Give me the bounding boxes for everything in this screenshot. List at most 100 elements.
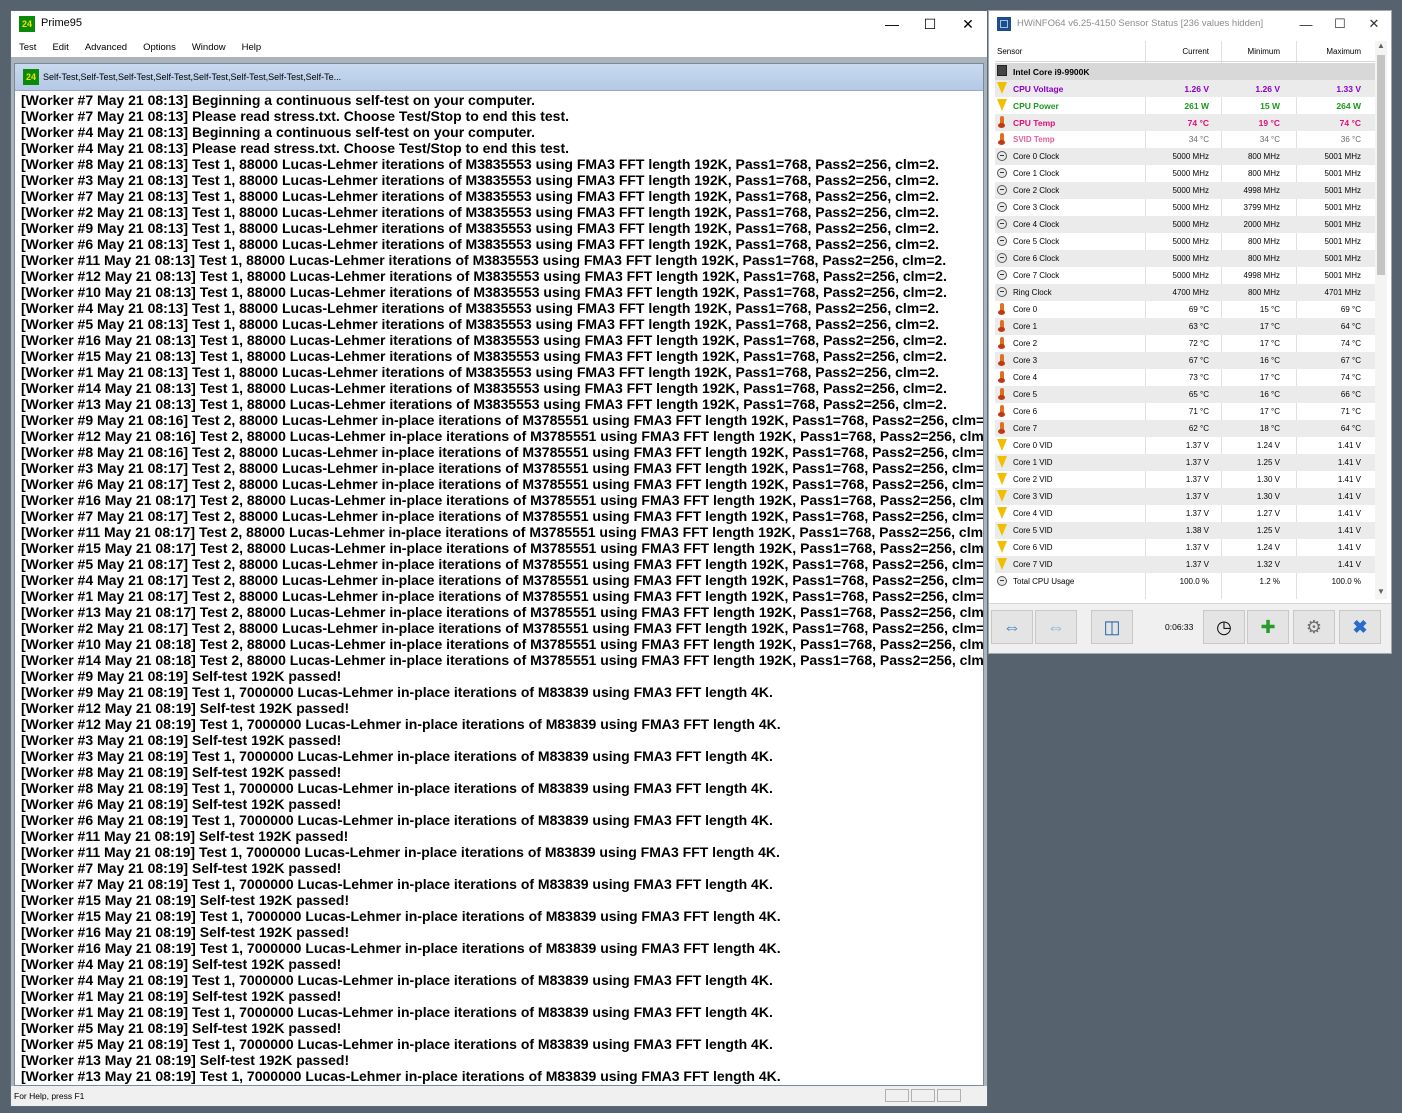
- sensor-row[interactable]: Core 2 72 °C 17 °C 74 °C: [995, 335, 1375, 352]
- maximum-value: 64 °C: [1340, 322, 1361, 331]
- maximize-button[interactable]: ☐: [911, 11, 949, 37]
- maximize-button[interactable]: ☐: [1323, 11, 1357, 37]
- log-line: [Worker #4 May 21 08:13] Please read str…: [21, 140, 570, 156]
- clock-reset-button[interactable]: ◷: [1203, 610, 1245, 644]
- hwinfo-titlebar[interactable]: HWiNFO64 v6.25-4150 Sensor Status [236 v…: [989, 11, 1391, 37]
- menu-advanced[interactable]: Advanced: [77, 42, 135, 53]
- current-value: 100.0 %: [1179, 577, 1209, 586]
- settings-gear-icon[interactable]: ⚙: [1293, 610, 1335, 644]
- sensor-row[interactable]: Core 2 Clock 5000 MHz 4998 MHz 5001 MHz: [995, 182, 1375, 199]
- sensor-row[interactable]: Core 4 Clock 5000 MHz 2000 MHz 5001 MHz: [995, 216, 1375, 233]
- minimum-value: 1.30 V: [1256, 492, 1280, 501]
- minimum-value: 1.25 V: [1256, 458, 1280, 467]
- sensor-row[interactable]: Core 2 VID 1.37 V 1.30 V 1.41 V: [995, 471, 1375, 488]
- sensor-row[interactable]: Core 4 VID 1.37 V 1.27 V 1.41 V: [995, 505, 1375, 522]
- sensor-row[interactable]: CPU Temp 74 °C 19 °C 74 °C: [995, 114, 1375, 131]
- log-line: [Worker #13 May 21 08:19] Test 1, 700000…: [21, 1068, 781, 1084]
- hwinfo-title: HWiNFO64 v6.25-4150 Sensor Status [236 v…: [1017, 18, 1264, 29]
- close-sensors-button[interactable]: ✖: [1339, 610, 1381, 644]
- thermometer-icon: [998, 320, 1005, 332]
- sensor-row[interactable]: CPU Power 261 W 15 W 264 W: [995, 97, 1375, 114]
- menu-options[interactable]: Options: [135, 42, 184, 53]
- network-button[interactable]: ◫: [1091, 610, 1133, 644]
- sensor-row[interactable]: Core 6 VID 1.37 V 1.24 V 1.41 V: [995, 539, 1375, 556]
- maximum-value: 5001 MHz: [1324, 169, 1361, 178]
- sensor-row[interactable]: Core 0 Clock 5000 MHz 800 MHz 5001 MHz: [995, 148, 1375, 165]
- maximum-value: 71 °C: [1340, 407, 1361, 416]
- column-maximum[interactable]: Maximum: [1326, 47, 1361, 56]
- status-text: For Help, press F1: [14, 1091, 85, 1101]
- sensor-row[interactable]: Core 1 Clock 5000 MHz 800 MHz 5001 MHz: [995, 165, 1375, 182]
- clock-icon: [997, 576, 1007, 586]
- mdi-client-area: 24 Self-Test,Self-Test,Self-Test,Self-Te…: [11, 57, 987, 1086]
- scroll-thumb[interactable]: [1377, 55, 1385, 275]
- sensor-row[interactable]: Intel Core i9-9900K: [995, 63, 1375, 80]
- maximum-value: 1.41 V: [1337, 492, 1361, 501]
- sensor-row[interactable]: Core 7 VID 1.37 V 1.32 V 1.41 V: [995, 556, 1375, 573]
- sensor-row[interactable]: Core 7 62 °C 18 °C 64 °C: [995, 420, 1375, 437]
- minimum-value: 18 °C: [1259, 424, 1280, 433]
- sensor-row[interactable]: Core 4 73 °C 17 °C 74 °C: [995, 369, 1375, 386]
- sensor-name: Core 7 VID: [1013, 560, 1053, 569]
- sensor-row[interactable]: Core 7 Clock 5000 MHz 4998 MHz 5001 MHz: [995, 267, 1375, 284]
- nav-arrows-button[interactable]: ⇔: [991, 610, 1033, 644]
- voltage-icon: [997, 473, 1007, 485]
- sensor-row[interactable]: Core 5 65 °C 16 °C 66 °C: [995, 386, 1375, 403]
- menu-window[interactable]: Window: [184, 42, 234, 53]
- column-current[interactable]: Current: [1182, 47, 1209, 56]
- status-pane: [937, 1089, 961, 1102]
- log-line: [Worker #4 May 21 08:13] Test 1, 88000 L…: [21, 300, 940, 316]
- sensor-row[interactable]: Core 5 Clock 5000 MHz 800 MHz 5001 MHz: [995, 233, 1375, 250]
- current-value: 1.37 V: [1185, 492, 1209, 501]
- sensor-row[interactable]: Core 3 67 °C 16 °C 67 °C: [995, 352, 1375, 369]
- report-add-button[interactable]: ✚: [1247, 610, 1289, 644]
- menu-edit[interactable]: Edit: [44, 42, 76, 53]
- sensor-row[interactable]: Core 5 VID 1.38 V 1.25 V 1.41 V: [995, 522, 1375, 539]
- sensor-row[interactable]: Core 1 VID 1.37 V 1.25 V 1.41 V: [995, 454, 1375, 471]
- minimize-button[interactable]: —: [1289, 11, 1323, 37]
- sensor-row[interactable]: SVID Temp 34 °C 34 °C 36 °C: [995, 131, 1375, 148]
- log-line: [Worker #14 May 21 08:13] Test 1, 88000 …: [21, 380, 947, 396]
- minimize-button[interactable]: —: [873, 11, 911, 37]
- menu-test[interactable]: Test: [11, 42, 44, 53]
- maximum-value: 5001 MHz: [1324, 237, 1361, 246]
- sensor-row[interactable]: Core 0 69 °C 15 °C 69 °C: [995, 301, 1375, 318]
- log-line: [Worker #11 May 21 08:17] Test 2, 88000 …: [21, 524, 983, 540]
- sensor-row[interactable]: Core 3 VID 1.37 V 1.30 V 1.41 V: [995, 488, 1375, 505]
- menu-help[interactable]: Help: [234, 42, 270, 53]
- scroll-up-icon[interactable]: ▲: [1375, 41, 1387, 53]
- log-line: [Worker #8 May 21 08:13] Test 1, 88000 L…: [21, 156, 940, 172]
- child-titlebar[interactable]: 24 Self-Test,Self-Test,Self-Test,Self-Te…: [15, 64, 983, 91]
- sensor-row[interactable]: CPU Voltage 1.26 V 1.26 V 1.33 V: [995, 80, 1375, 97]
- column-minimum[interactable]: Minimum: [1248, 47, 1280, 56]
- log-line: [Worker #16 May 21 08:13] Test 1, 88000 …: [21, 332, 947, 348]
- sensor-row[interactable]: Total CPU Usage 100.0 % 1.2 % 100.0 %: [995, 573, 1375, 590]
- sensor-name: CPU Temp: [1013, 118, 1056, 128]
- sensor-row[interactable]: Core 3 Clock 5000 MHz 3799 MHz 5001 MHz: [995, 199, 1375, 216]
- maximum-value: 5001 MHz: [1324, 220, 1361, 229]
- minimum-value: 19 °C: [1258, 118, 1280, 128]
- log-line: [Worker #16 May 21 08:19] Self-test 192K…: [21, 924, 350, 940]
- sensor-row[interactable]: Core 0 VID 1.37 V 1.24 V 1.41 V: [995, 437, 1375, 454]
- sensor-row[interactable]: Ring Clock 4700 MHz 800 MHz 4701 MHz: [995, 284, 1375, 301]
- log-line: [Worker #1 May 21 08:19] Self-test 192K …: [21, 988, 342, 1004]
- sensor-name: Total CPU Usage: [1013, 577, 1075, 586]
- sensor-row[interactable]: Core 6 71 °C 17 °C 71 °C: [995, 403, 1375, 420]
- nav-arrows-alt-button[interactable]: ⇔: [1035, 610, 1077, 644]
- sensor-row[interactable]: Core 1 63 °C 17 °C 64 °C: [995, 318, 1375, 335]
- column-sensor[interactable]: Sensor: [997, 47, 1022, 56]
- maximum-value: 1.33 V: [1336, 84, 1361, 94]
- scroll-down-icon[interactable]: ▼: [1375, 587, 1387, 599]
- close-button[interactable]: ✕: [1357, 11, 1391, 37]
- minimum-value: 1.2 %: [1259, 577, 1280, 586]
- sensor-name: Core 4 Clock: [1013, 220, 1060, 229]
- maximum-value: 1.41 V: [1337, 543, 1361, 552]
- minimum-value: 17 °C: [1259, 373, 1280, 382]
- worker-log[interactable]: [Worker #7 May 21 08:13] Beginning a con…: [21, 92, 983, 1085]
- log-line: [Worker #15 May 21 08:19] Self-test 192K…: [21, 892, 350, 908]
- sensor-row[interactable]: Core 6 Clock 5000 MHz 800 MHz 5001 MHz: [995, 250, 1375, 267]
- close-button[interactable]: ✕: [949, 11, 987, 37]
- minimum-value: 16 °C: [1259, 356, 1280, 365]
- vertical-scrollbar[interactable]: ▲ ▼: [1375, 41, 1387, 599]
- prime95-titlebar[interactable]: 24 Prime95 — ☐ ✕: [11, 11, 987, 37]
